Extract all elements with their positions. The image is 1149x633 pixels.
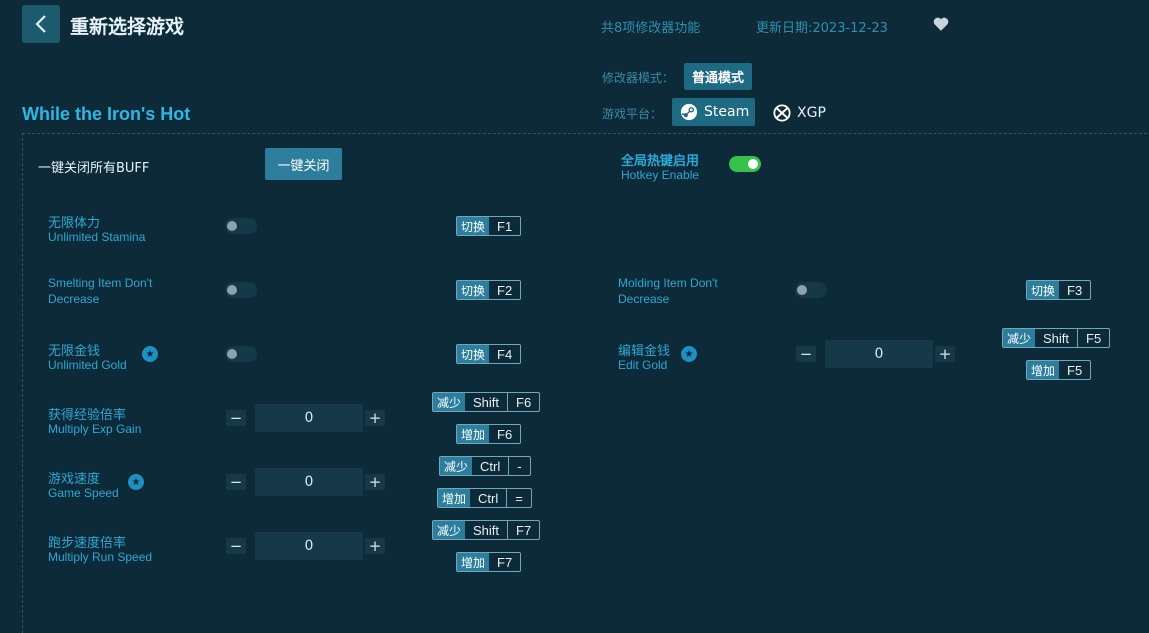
- speed-inc-hotkey: 增加 Ctrl =: [437, 488, 532, 508]
- stamina-toggle[interactable]: [225, 218, 257, 234]
- exp-label-zh: 获得经验倍率: [48, 408, 127, 423]
- exp-label-en: Multiply Exp Gain: [48, 422, 142, 436]
- key-f3: F3: [1067, 282, 1083, 298]
- gold-hotkey: 切换 F4: [456, 344, 522, 364]
- toggle-tag: 切换: [457, 345, 490, 363]
- key-f6: F6: [497, 426, 513, 442]
- edit-gold-label-zh: 编辑金钱: [618, 344, 671, 359]
- edit-gold-minus-button[interactable]: −: [796, 346, 816, 362]
- steam-icon: [680, 103, 698, 121]
- mode-label: 修改器模式：: [602, 71, 675, 85]
- xgp-label: XGP: [797, 105, 826, 121]
- heart-icon[interactable]: [932, 15, 950, 33]
- smelting-hotkey: 切换 F2: [456, 280, 522, 300]
- run-inc-hotkey: 增加 F7: [456, 552, 522, 572]
- molding-hotkey: 切换 F3: [1026, 280, 1092, 300]
- edit-gold-plus-button[interactable]: +: [935, 346, 955, 362]
- close-all-label: 一键关闭所有BUFF: [38, 161, 150, 176]
- key-f4: F4: [497, 346, 513, 362]
- stamina-label-zh: 无限体力: [48, 216, 101, 231]
- key-shift: Shift: [473, 522, 500, 538]
- key-ctrl: Ctrl: [478, 490, 499, 506]
- back-button[interactable]: [22, 5, 60, 43]
- key-f2: F2: [497, 282, 513, 298]
- run-minus-button[interactable]: −: [226, 538, 246, 554]
- platform-label: 游戏平台：: [602, 107, 663, 121]
- gold-label-zh: 无限金钱: [48, 344, 101, 359]
- chevron-left-icon: [35, 15, 46, 33]
- gold-label-en: Unlimited Gold: [48, 358, 127, 372]
- steam-label: Steam: [704, 104, 750, 120]
- key-f7: F7: [507, 521, 539, 539]
- speed-minus-button[interactable]: −: [226, 474, 246, 490]
- run-value[interactable]: 0: [255, 532, 363, 560]
- key-f7: F7: [497, 554, 513, 570]
- smelting-toggle[interactable]: [225, 282, 257, 298]
- increase-tag: 增加: [457, 425, 490, 443]
- run-plus-button[interactable]: +: [365, 538, 385, 554]
- decrease-tag: 减少: [1003, 329, 1036, 347]
- stamina-label-en: Unlimited Stamina: [48, 230, 146, 244]
- steam-button[interactable]: Steam: [672, 98, 755, 126]
- increase-tag: 增加: [438, 489, 471, 507]
- run-dec-hotkey: 减少 Shift F7: [432, 520, 541, 540]
- decrease-tag: 减少: [440, 457, 473, 475]
- xgp-button[interactable]: XGP: [773, 100, 826, 126]
- hotkey-label-en: Hotkey Enable: [621, 168, 700, 182]
- speed-dec-hotkey: 减少 Ctrl -: [439, 456, 531, 476]
- run-label-zh: 跑步速度倍率: [48, 536, 127, 551]
- key-f1: F1: [497, 218, 513, 234]
- update-date: 更新日期:2023-12-23: [756, 21, 888, 36]
- key-equals: =: [506, 489, 531, 507]
- key-f5: F5: [1077, 329, 1109, 347]
- speed-value[interactable]: 0: [255, 468, 363, 496]
- toggle-tag: 切换: [457, 217, 490, 235]
- decrease-tag: 减少: [433, 393, 466, 411]
- smelting-label-2: Decrease: [48, 292, 100, 306]
- close-all-button[interactable]: 一键关闭: [265, 148, 342, 180]
- toggle-tag: 切换: [457, 281, 490, 299]
- stamina-hotkey: 切换 F1: [456, 216, 522, 236]
- speed-label-zh: 游戏速度: [48, 472, 101, 487]
- smelting-label-1: Smelting Item Don't: [48, 276, 153, 290]
- hotkey-toggle[interactable]: [729, 156, 761, 172]
- star-icon: ★: [681, 346, 697, 362]
- key-shift: Shift: [1043, 330, 1070, 346]
- hotkey-label-zh: 全局热键启用: [621, 154, 700, 169]
- increase-tag: 增加: [457, 553, 490, 571]
- star-icon: ★: [128, 474, 144, 490]
- run-label-en: Multiply Run Speed: [48, 550, 153, 564]
- edit-gold-label-en: Edit Gold: [618, 358, 668, 372]
- exp-plus-button[interactable]: +: [365, 410, 385, 426]
- cheat-panel: [22, 133, 1149, 633]
- exp-inc-hotkey: 增加 F6: [456, 424, 522, 444]
- speed-plus-button[interactable]: +: [365, 474, 385, 490]
- edit-gold-value[interactable]: 0: [825, 340, 933, 368]
- edit-gold-dec-hotkey: 减少 Shift F5: [1002, 328, 1111, 348]
- decrease-tag: 减少: [433, 521, 466, 539]
- feature-count: 共8项修改器功能: [601, 21, 701, 36]
- mode-button[interactable]: 普通模式: [684, 63, 753, 90]
- molding-toggle[interactable]: [795, 282, 827, 298]
- molding-label-1: Molding Item Don't: [618, 276, 718, 290]
- key-shift: Shift: [473, 394, 500, 410]
- star-icon: ★: [142, 346, 158, 362]
- exp-minus-button[interactable]: −: [226, 410, 246, 426]
- key-minus: -: [508, 457, 529, 475]
- molding-label-2: Decrease: [618, 292, 670, 306]
- game-title: While the Iron's Hot: [22, 104, 191, 124]
- gold-toggle[interactable]: [225, 346, 257, 362]
- speed-label-en: Game Speed: [48, 486, 119, 500]
- toggle-tag: 切换: [1027, 281, 1060, 299]
- key-ctrl: Ctrl: [480, 458, 501, 474]
- key-f6: F6: [507, 393, 539, 411]
- edit-gold-inc-hotkey: 增加 F5: [1026, 360, 1092, 380]
- xbox-icon: [773, 104, 791, 122]
- exp-value[interactable]: 0: [255, 404, 363, 432]
- exp-dec-hotkey: 减少 Shift F6: [432, 392, 541, 412]
- increase-tag: 增加: [1027, 361, 1060, 379]
- page-title: 重新选择游戏: [70, 16, 185, 38]
- key-f5: F5: [1067, 362, 1083, 378]
